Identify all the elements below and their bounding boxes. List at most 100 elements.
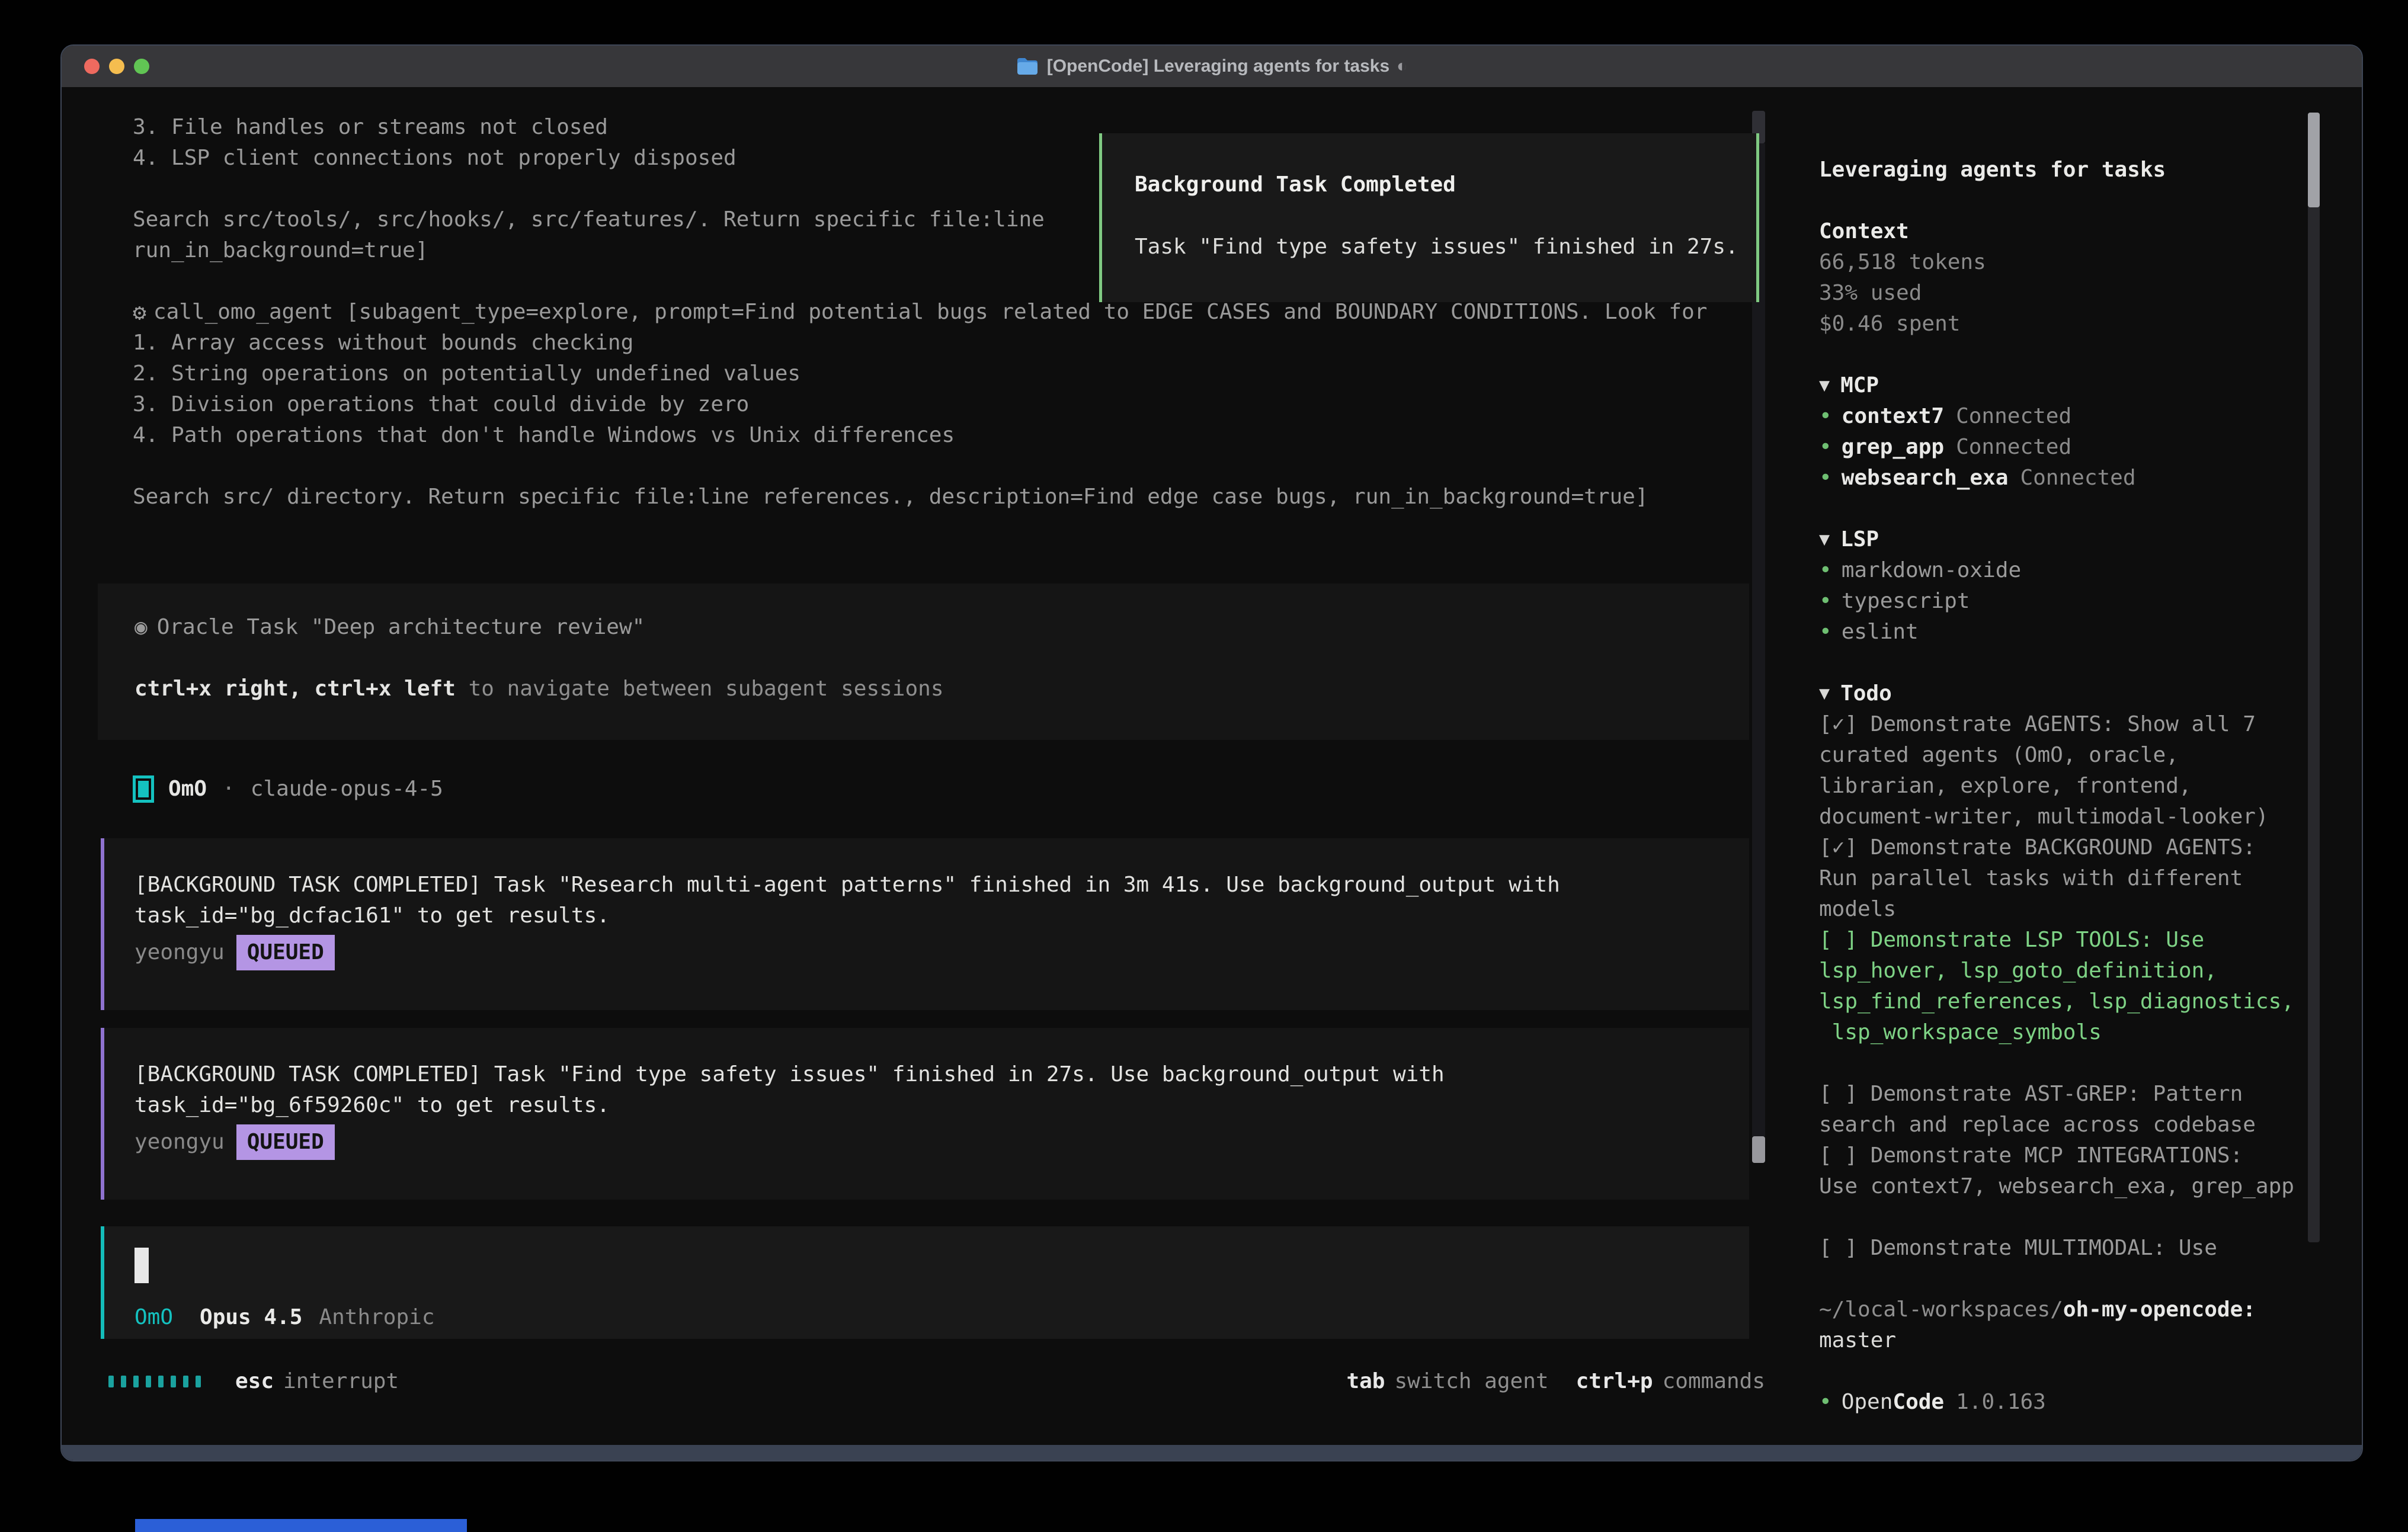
window-title: [OpenCode] Leveraging agents for tasks <box>1047 56 1389 76</box>
status-left: esc interrupt <box>108 1366 399 1397</box>
text-cursor <box>135 1248 149 1283</box>
spacer <box>1819 185 2317 216</box>
scrollback-line: 2. String operations on potentially unde… <box>133 358 1707 389</box>
status-dot-icon: • <box>1819 463 1832 493</box>
spacer <box>1819 1048 2317 1079</box>
scrollback-line: 3. Division operations that could divide… <box>133 389 1707 420</box>
prompt-input[interactable]: OmO Opus 4.5 Anthropic <box>101 1226 1749 1339</box>
mcp-item: • grep_app Connected <box>1819 432 2317 463</box>
lsp-name: eslint <box>1842 617 1919 648</box>
working-spinner-icon <box>108 1376 208 1387</box>
mcp-section-header[interactable]: ▼ MCP <box>1819 370 2317 401</box>
hint-text: to navigate between subagent sessions <box>469 677 944 701</box>
esc-key-hint: esc <box>235 1366 274 1397</box>
context-spent: $0.46 spent <box>1819 309 2317 339</box>
context-tokens: 66,518 tokens <box>1819 247 2317 278</box>
mcp-heading: MCP <box>1840 370 1879 401</box>
spacer <box>1819 493 2317 524</box>
ctrlp-key-label: commands <box>1663 1366 1765 1397</box>
model-row: OmO Opus 4.5 Anthropic <box>135 1302 435 1333</box>
message-text: task_id="bg_dcfac161" to get results. <box>135 900 610 931</box>
todo-line-active: lsp_hover, lsp_goto_definition, <box>1819 956 2317 986</box>
message-author: yeongyu <box>135 937 225 968</box>
traffic-lights <box>84 59 149 74</box>
agent-name: OmO <box>168 774 207 805</box>
spacer <box>1819 339 2317 370</box>
todo-line: document-writer, multimodal-looker) <box>1819 802 2317 832</box>
mcp-status: Connected <box>1956 401 2071 432</box>
lsp-heading: LSP <box>1840 524 1879 555</box>
todo-line: Run parallel tasks with different <box>1819 863 2317 894</box>
agent-model: claude-opus-4-5 <box>251 774 443 805</box>
terminal-window: [OpenCode] Leveraging agents for tasks ◐… <box>60 44 2363 1462</box>
message-author: yeongyu <box>135 1127 225 1158</box>
close-button[interactable] <box>84 59 100 74</box>
workspace-path: ~/local-workspaces/ <box>1819 1294 2063 1325</box>
toast-body: Task "Find type safety issues" finished … <box>1135 232 1738 262</box>
background-task-message: [BACKGROUND TASK COMPLETED] Task "Resear… <box>101 838 1749 1010</box>
mcp-item: • websearch_exa Connected <box>1819 463 2317 493</box>
mcp-status: Connected <box>2020 463 2135 493</box>
sidebar-scrollbar-track[interactable] <box>2308 113 2320 1242</box>
message-text: [BACKGROUND TASK COMPLETED] Task "Resear… <box>135 870 1560 900</box>
scrollback-line: Search src/ directory. Return specific f… <box>133 482 1707 512</box>
lsp-section-header[interactable]: ▼ LSP <box>1819 524 2317 555</box>
todo-line: models <box>1819 894 2317 925</box>
tab-key-label: switch agent <box>1394 1366 1548 1397</box>
lsp-item: • typescript <box>1819 586 2317 617</box>
status-dot-icon: • <box>1819 432 1832 463</box>
workspace-repo: oh-my-opencode: <box>2063 1294 2256 1325</box>
mcp-name: context7 <box>1842 401 1944 432</box>
desktop: [OpenCode] Leveraging agents for tasks ◐… <box>0 0 2408 1532</box>
todo-line: [ ] Demonstrate MCP INTEGRATIONS: <box>1819 1140 2317 1171</box>
spacer <box>1819 1356 2317 1387</box>
tab-key-hint: tab <box>1346 1366 1385 1397</box>
todo-line: Use context7, websearch_exa, grep_app <box>1819 1171 2317 1202</box>
mcp-item: • context7 Connected <box>1819 401 2317 432</box>
hint-key-left: ctrl+x left <box>314 677 455 701</box>
subagent-navigation-hint: ctrl+x right, ctrl+x left to navigate be… <box>135 674 944 704</box>
sidebar-scrollbar-thumb[interactable] <box>2308 113 2320 207</box>
workspace-path-line: ~/local-workspaces/oh-my-opencode: <box>1819 1294 2317 1325</box>
oracle-task-title-row: ◉Oracle Task "Deep architecture review" <box>135 612 645 643</box>
message-meta: yeongyu QUEUED <box>135 1126 335 1159</box>
message-text: task_id="bg_6f59260c" to get results. <box>135 1090 610 1121</box>
minimize-button[interactable] <box>109 59 124 74</box>
status-dot-icon: • <box>1819 555 1832 586</box>
mcp-name: grep_app <box>1842 432 1944 463</box>
agent-checkbox-icon <box>133 775 154 803</box>
zoom-button[interactable] <box>134 59 149 74</box>
status-dot-icon: • <box>1819 1387 1832 1418</box>
todo-line: [ ] Demonstrate MULTIMODAL: Use <box>1819 1233 2317 1264</box>
workspace-branch-line: master <box>1819 1325 2317 1356</box>
lsp-item: • eslint <box>1819 617 2317 648</box>
status-dot-icon: • <box>1819 586 1832 617</box>
todo-heading: Todo <box>1840 678 1892 709</box>
status-badge: QUEUED <box>236 1124 335 1160</box>
context-heading: Context <box>1819 216 2317 247</box>
lsp-name: typescript <box>1842 586 1970 617</box>
input-model-provider: Anthropic <box>319 1302 434 1333</box>
titlebar[interactable]: [OpenCode] Leveraging agents for tasks ◐ <box>62 46 2362 87</box>
esc-key-label: interrupt <box>283 1366 399 1397</box>
folder-icon <box>1016 57 1039 76</box>
lsp-item: • markdown-oxide <box>1819 555 2317 586</box>
spacer <box>1819 1202 2317 1233</box>
app-name-prefix: Open <box>1842 1387 1893 1418</box>
session-title: Leveraging agents for tasks <box>1819 155 2317 185</box>
app-version: 1.0.163 <box>1956 1387 2046 1418</box>
background-task-message: [BACKGROUND TASK COMPLETED] Task "Find t… <box>101 1028 1749 1200</box>
main-scrollbar-thumb[interactable] <box>1752 1136 1765 1163</box>
message-meta: yeongyu QUEUED <box>135 936 335 969</box>
todo-line: [✓] Demonstrate BACKGROUND AGENTS: <box>1819 832 2317 863</box>
session-sidebar: Leveraging agents for tasks Context 66,5… <box>1819 155 2317 1418</box>
app-name-bold: Code <box>1893 1387 1944 1418</box>
status-badge: QUEUED <box>236 935 335 970</box>
status-dot-icon: • <box>1819 617 1832 648</box>
todo-section-header[interactable]: ▼ Todo <box>1819 678 2317 709</box>
oracle-task-title: Oracle Task "Deep architecture review" <box>157 615 645 639</box>
todo-line-active: lsp_find_references, lsp_diagnostics, <box>1819 986 2317 1017</box>
agent-header: OmO · claude-opus-4-5 <box>133 774 443 805</box>
window-bottom-bar <box>62 1445 2362 1460</box>
hint-key-right: ctrl+x right, <box>135 677 302 701</box>
